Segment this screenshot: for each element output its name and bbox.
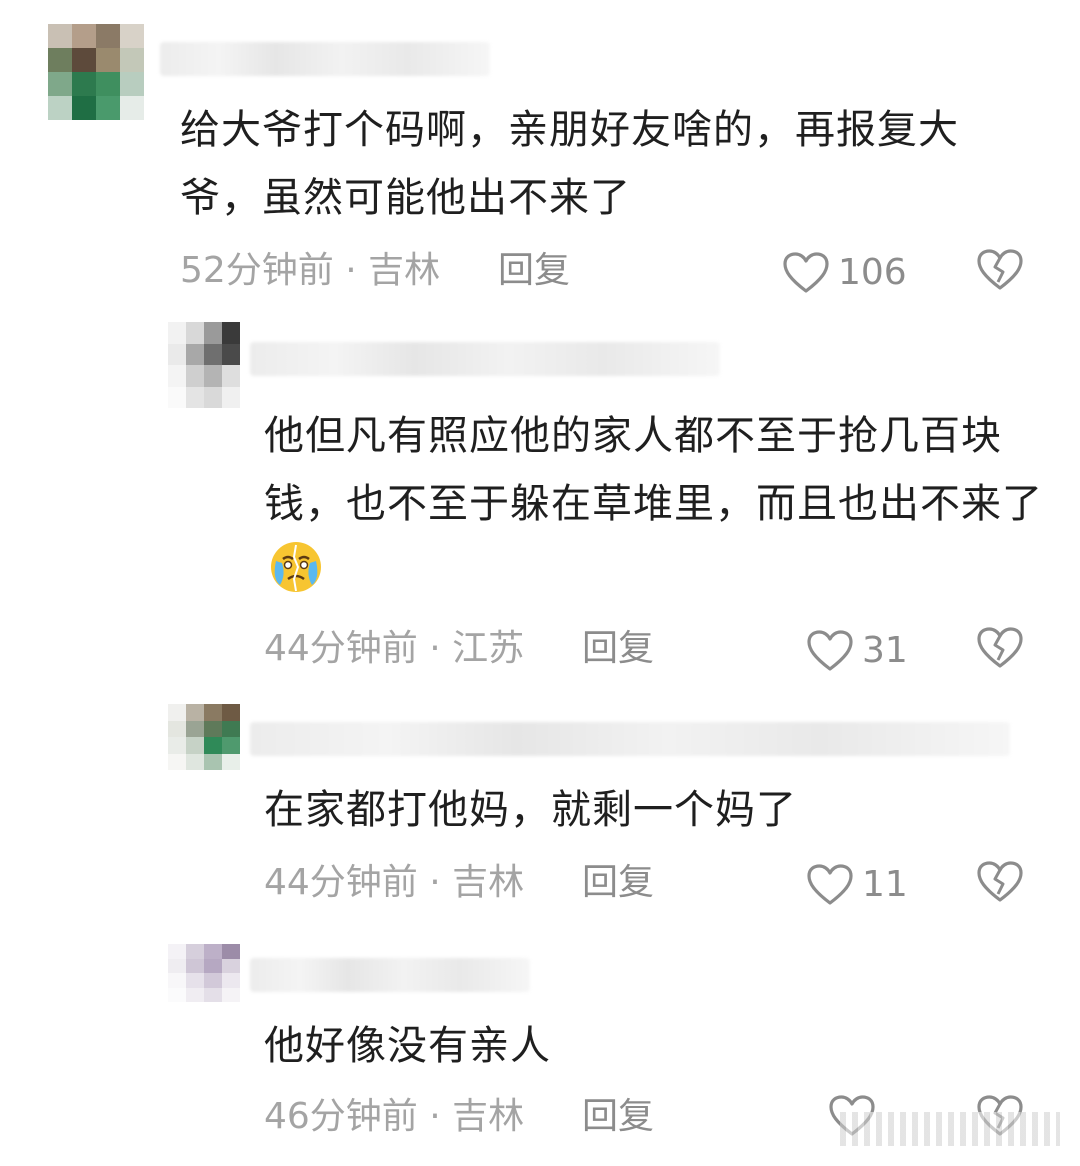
comment-time: 52分钟前 <box>180 250 334 291</box>
like-button[interactable]: 31 <box>806 626 908 676</box>
crying-face-emoji <box>271 542 321 592</box>
meta-separator: · <box>417 862 453 903</box>
username-redacted <box>250 958 530 992</box>
broken-heart-icon[interactable] <box>976 248 1024 292</box>
username-redacted <box>250 722 1010 756</box>
like-count: 31 <box>862 630 908 671</box>
reply-button[interactable]: 回复 <box>582 624 654 674</box>
broken-heart-icon[interactable] <box>976 860 1024 904</box>
comment-location: 吉林 <box>452 862 525 903</box>
meta-separator: · <box>417 628 453 669</box>
comment-text: 他好像没有亲人 <box>264 1023 551 1069</box>
comment-meta: 44分钟前 · 江苏 <box>264 624 524 674</box>
comment-time: 46分钟前 <box>264 1096 418 1137</box>
comment-location: 吉林 <box>452 1096 525 1137</box>
meta-separator: · <box>333 250 369 291</box>
comment-text: 在家都打他妈，就剩一个妈了 <box>264 787 797 833</box>
comment-text: 给大爷打个码啊，亲朋好友啥的，再报复大爷，虽然可能他出不来了 <box>180 107 959 221</box>
reply-button[interactable]: 回复 <box>582 1092 654 1142</box>
comment-time: 44分钟前 <box>264 628 418 669</box>
reply-button[interactable]: 回复 <box>582 858 654 908</box>
comment-location: 吉林 <box>368 250 441 291</box>
comment-meta: 44分钟前 · 吉林 <box>264 858 524 908</box>
broken-heart-icon[interactable] <box>976 626 1024 670</box>
avatar[interactable] <box>168 704 240 770</box>
comment-time: 44分钟前 <box>264 862 418 903</box>
comment-meta: 46分钟前 · 吉林 <box>264 1092 524 1142</box>
comment-meta: 52分钟前 · 吉林 <box>180 246 440 296</box>
heart-outline-icon <box>807 864 853 905</box>
comment-location: 江苏 <box>452 628 525 669</box>
username-redacted <box>160 42 490 76</box>
username-redacted <box>250 342 720 376</box>
avatar[interactable] <box>168 322 240 408</box>
watermark <box>840 1112 1060 1146</box>
meta-separator: · <box>417 1096 453 1137</box>
heart-outline-icon <box>783 252 829 293</box>
like-count: 106 <box>838 252 907 293</box>
avatar[interactable] <box>168 944 240 1002</box>
avatar[interactable] <box>48 24 144 120</box>
like-count: 11 <box>862 864 908 905</box>
comment-text: 他但凡有照应他的家人都不至于抢几百块钱，也不至于躲在草堆里，而且也出不来了 <box>264 402 1044 606</box>
heart-outline-icon <box>807 630 853 671</box>
reply-button[interactable]: 回复 <box>498 246 570 296</box>
like-button[interactable]: 106 <box>782 248 907 298</box>
comment-text-body: 他但凡有照应他的家人都不至于抢几百块钱，也不至于躲在草堆里，而且也出不来了 <box>264 413 1043 527</box>
like-button[interactable]: 11 <box>806 860 908 910</box>
